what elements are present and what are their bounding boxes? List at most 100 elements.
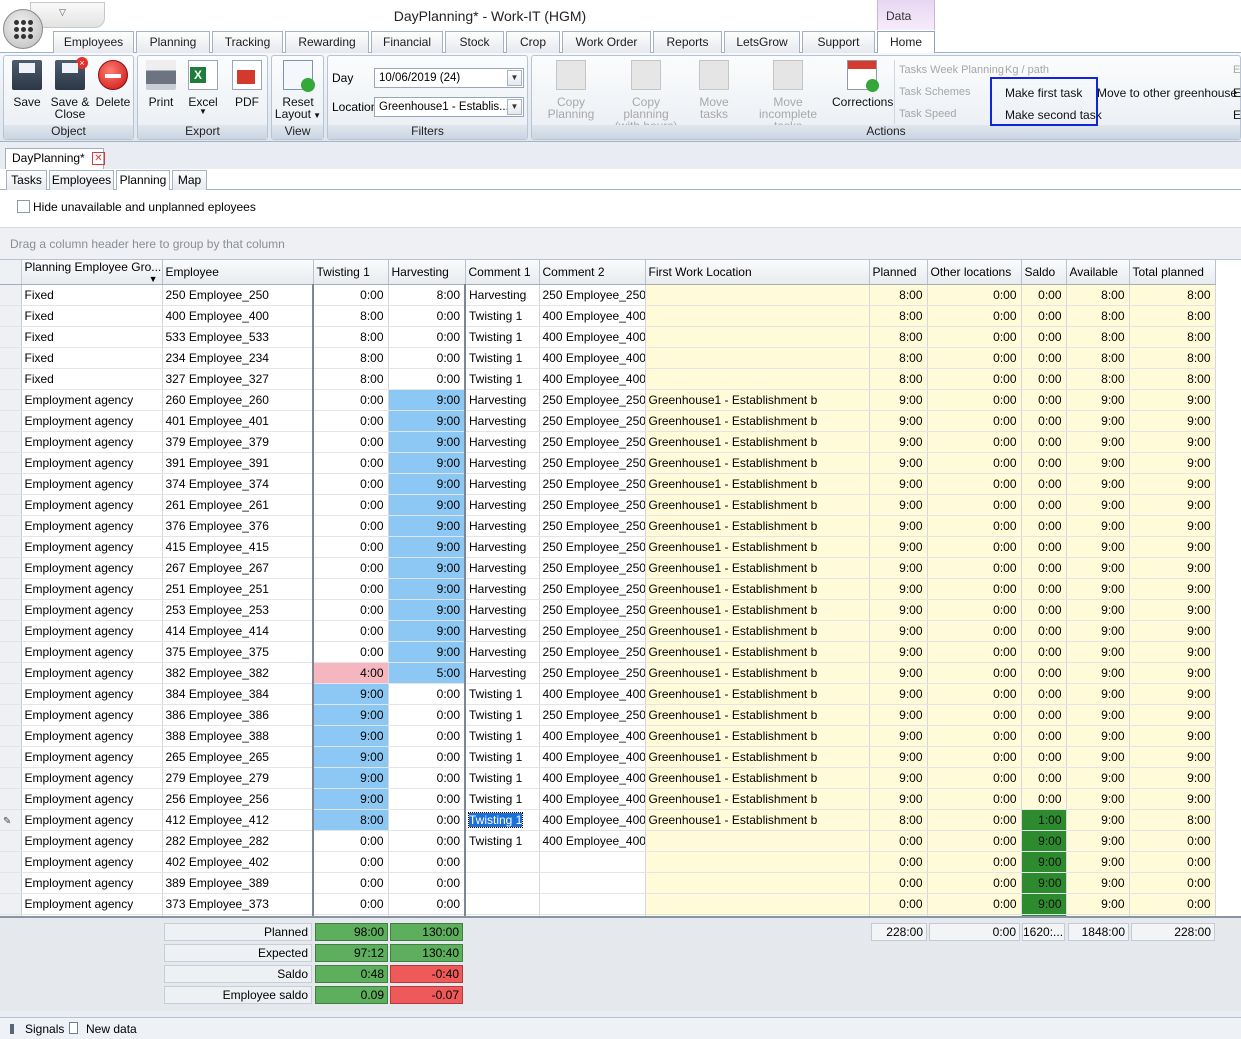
cell-saldo[interactable]: 0:00 <box>1021 473 1067 495</box>
cell-saldo[interactable]: 9:00 <box>1021 893 1067 915</box>
cell-employee[interactable]: 533 Employee_533 <box>162 326 314 348</box>
cell-comment2[interactable]: 250 Employee_250 <box>539 410 646 432</box>
cell-planned[interactable]: 9:00 <box>869 662 928 684</box>
cell-twisting[interactable]: 4:00 <box>313 662 389 684</box>
cell-harvesting[interactable]: 8:00 <box>388 284 466 306</box>
table-row[interactable]: Employment agency 376 Employee_376 0:00 9:0… <box>0 515 1216 537</box>
table-row[interactable]: Employment agency 414 Employee_414 0:00 9:0… <box>0 620 1216 642</box>
row-indicator[interactable] <box>0 767 22 789</box>
cell-total[interactable]: 9:00 <box>1129 536 1216 558</box>
cell-planned[interactable]: 9:00 <box>869 641 928 663</box>
cell-other[interactable]: 0:00 <box>927 578 1022 600</box>
cell-employee[interactable]: 256 Employee_256 <box>162 788 314 810</box>
cell-comment1[interactable]: Harvesting <box>465 389 540 411</box>
cell-available[interactable]: 9:00 <box>1066 872 1130 894</box>
row-indicator[interactable] <box>0 704 22 726</box>
cell-harvesting[interactable]: 9:00 <box>388 389 466 411</box>
cell-available[interactable]: 8:00 <box>1066 305 1130 327</box>
cell-employee[interactable]: 374 Employee_374 <box>162 473 314 495</box>
cell-location[interactable]: Greenhouse1 - Establishment b <box>645 746 870 768</box>
cell-harvesting[interactable]: 0:00 <box>388 788 466 810</box>
cell-harvesting[interactable]: 9:00 <box>388 494 466 516</box>
cell-planned[interactable]: 9:00 <box>869 452 928 474</box>
cell-total[interactable]: 8:00 <box>1129 284 1216 306</box>
cell-saldo[interactable]: 0:00 <box>1021 305 1067 327</box>
table-row[interactable]: Employment agency 389 Employee_389 0:00 0:0… <box>0 872 1216 894</box>
cell-total[interactable]: 9:00 <box>1129 746 1216 768</box>
cell-total[interactable]: 8:00 <box>1129 347 1216 369</box>
column-header[interactable]: Total planned <box>1129 260 1216 285</box>
cell-total[interactable]: 9:00 <box>1129 662 1216 684</box>
cell-comment2[interactable]: 250 Employee_250 <box>539 641 646 663</box>
cell-total[interactable]: 9:00 <box>1129 641 1216 663</box>
status-new-data[interactable]: New data <box>86 1022 137 1036</box>
cell-saldo[interactable]: 0:00 <box>1021 704 1067 726</box>
cell-group[interactable]: Fixed <box>21 368 163 390</box>
cell-location[interactable] <box>645 830 870 852</box>
task-speed-button[interactable]: Task Speed <box>899 108 956 120</box>
cell-total[interactable]: 9:00 <box>1129 683 1216 705</box>
cell-group[interactable]: Employment agency <box>21 473 163 495</box>
row-indicator[interactable] <box>0 662 22 684</box>
cell-other[interactable]: 0:00 <box>927 494 1022 516</box>
cell-location[interactable]: Greenhouse1 - Establishment b <box>645 809 870 831</box>
table-row[interactable]: Employment agency 251 Employee_251 0:00 9:0… <box>0 578 1216 600</box>
cell-employee[interactable]: 412 Employee_412 <box>162 809 314 831</box>
row-indicator[interactable] <box>0 368 22 390</box>
cell-saldo[interactable]: 0:00 <box>1021 431 1067 453</box>
row-indicator[interactable] <box>0 599 22 621</box>
cell-comment1[interactable]: Harvesting <box>465 599 540 621</box>
cell-location[interactable] <box>645 326 870 348</box>
copy-planning-hours-button[interactable]: Copy planning(with hours) <box>610 60 682 132</box>
cell-comment1[interactable]: Twisting 1 <box>465 746 540 768</box>
cell-location[interactable]: Greenhouse1 - Establishment b <box>645 431 870 453</box>
table-row[interactable]: ✎ Employment agency 412 Employee_412 8:00 0:… <box>0 809 1216 831</box>
truncated-action-button[interactable]: E <box>1233 86 1241 100</box>
cell-group[interactable]: Employment agency <box>21 725 163 747</box>
cell-other[interactable]: 0:00 <box>927 410 1022 432</box>
cell-comment1[interactable]: Harvesting <box>465 620 540 642</box>
cell-comment2[interactable]: 250 Employee_250 <box>539 536 646 558</box>
cell-available[interactable]: 9:00 <box>1066 557 1130 579</box>
cell-other[interactable]: 0:00 <box>927 557 1022 579</box>
cell-harvesting[interactable]: 9:00 <box>388 410 466 432</box>
cell-planned[interactable]: 9:00 <box>869 683 928 705</box>
cell-twisting[interactable]: 0:00 <box>313 851 389 873</box>
cell-twisting[interactable]: 0:00 <box>313 557 389 579</box>
row-indicator[interactable] <box>0 284 22 306</box>
cell-comment2[interactable]: 400 Employee_400 <box>539 809 646 831</box>
cell-twisting[interactable]: 9:00 <box>313 746 389 768</box>
cell-available[interactable]: 9:00 <box>1066 620 1130 642</box>
subtab-planning[interactable]: Planning <box>116 170 170 191</box>
cell-comment2[interactable]: 250 Employee_250 <box>539 452 646 474</box>
cell-saldo[interactable]: 0:00 <box>1021 410 1067 432</box>
cell-group[interactable]: Employment agency <box>21 641 163 663</box>
cell-twisting[interactable]: 0:00 <box>313 536 389 558</box>
cell-twisting[interactable]: 8:00 <box>313 305 389 327</box>
cell-other[interactable]: 0:00 <box>927 683 1022 705</box>
cell-comment2[interactable]: 400 Employee_400 <box>539 767 646 789</box>
tab-crop[interactable]: Crop <box>506 31 560 53</box>
cell-twisting[interactable]: 0:00 <box>313 893 389 915</box>
cell-location[interactable]: Greenhouse1 - Establishment b <box>645 788 870 810</box>
cell-location[interactable]: Greenhouse1 - Establishment b <box>645 473 870 495</box>
cell-comment2[interactable]: 250 Employee_250 <box>539 494 646 516</box>
cell-saldo[interactable]: 0:00 <box>1021 767 1067 789</box>
cell-comment1[interactable]: Twisting 1 <box>465 788 540 810</box>
cell-location[interactable]: Greenhouse1 - Establishment b <box>645 641 870 663</box>
cell-location[interactable] <box>645 305 870 327</box>
cell-other[interactable]: 0:00 <box>927 473 1022 495</box>
cell-location[interactable]: Greenhouse1 - Establishment b <box>645 683 870 705</box>
cell-comment1[interactable]: Twisting 1 <box>465 830 540 852</box>
cell-available[interactable]: 9:00 <box>1066 830 1130 852</box>
cell-comment2[interactable]: 400 Employee_400 <box>539 368 646 390</box>
cell-other[interactable]: 0:00 <box>927 347 1022 369</box>
cell-available[interactable]: 8:00 <box>1066 368 1130 390</box>
cell-saldo[interactable]: 0:00 <box>1021 662 1067 684</box>
cell-location[interactable]: Greenhouse1 - Establishment b <box>645 578 870 600</box>
truncated-action-button[interactable]: E <box>1233 108 1241 122</box>
cell-comment1[interactable]: Harvesting <box>465 473 540 495</box>
cell-planned[interactable]: 9:00 <box>869 536 928 558</box>
cell-available[interactable]: 9:00 <box>1066 578 1130 600</box>
cell-other[interactable]: 0:00 <box>927 830 1022 852</box>
